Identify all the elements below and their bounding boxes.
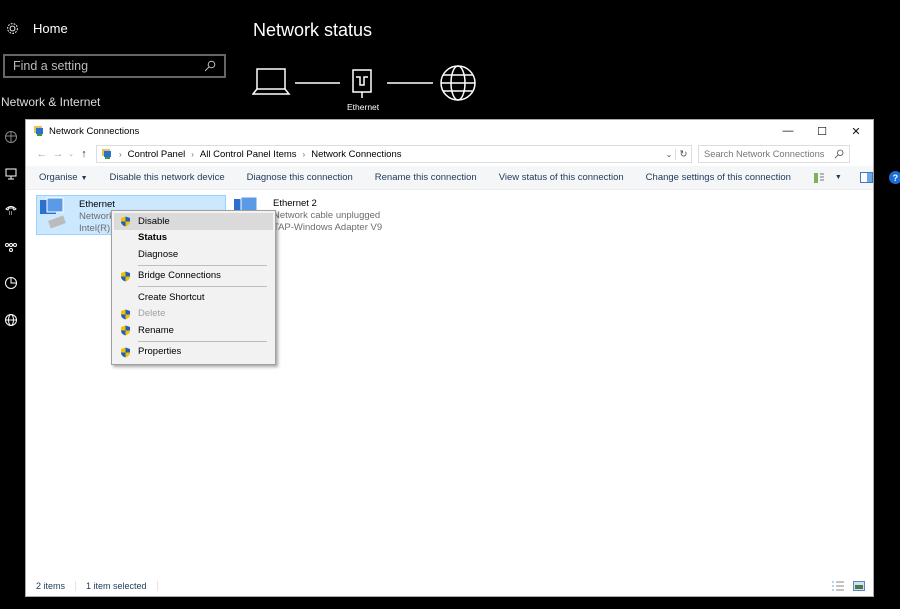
connection-name: Ethernet 2 bbox=[273, 198, 317, 209]
control-panel-icon bbox=[102, 149, 111, 159]
change-settings-button[interactable]: Change settings of this connection bbox=[646, 172, 791, 183]
view-status-button[interactable]: View status of this connection bbox=[499, 172, 624, 183]
menu-separator bbox=[138, 340, 267, 342]
uac-shield-icon bbox=[121, 309, 130, 319]
section-heading: Network & Internet bbox=[1, 95, 101, 109]
search-icon bbox=[834, 149, 844, 159]
internet-globe-icon bbox=[440, 65, 476, 101]
menu-item-delete: Delete bbox=[112, 306, 275, 323]
connection-status: Network cable unplugged bbox=[273, 210, 381, 221]
connection-status: Network bbox=[79, 211, 114, 222]
menu-item-rename[interactable]: Rename bbox=[112, 322, 275, 339]
gear-icon bbox=[7, 23, 18, 34]
ethernet-icon[interactable] bbox=[4, 167, 18, 181]
search-placeholder: Search Network Connections bbox=[704, 149, 825, 159]
menu-item-status[interactable]: Status bbox=[112, 230, 275, 247]
search-placeholder: Find a setting bbox=[13, 59, 89, 73]
view-options-caret-icon[interactable]: ▼ bbox=[835, 174, 842, 181]
page-title: Network status bbox=[253, 20, 373, 40]
connection-device: TAP-Windows Adapter V9 bbox=[273, 222, 383, 233]
preview-pane-icon[interactable] bbox=[859, 172, 873, 183]
rename-button[interactable]: Rename this connection bbox=[375, 172, 477, 183]
details-view-icon[interactable] bbox=[831, 581, 845, 591]
menu-item-label: Disable bbox=[138, 215, 170, 227]
menu-item-label: Create Shortcut bbox=[138, 291, 205, 303]
connection-name: Ethernet bbox=[79, 199, 115, 210]
breadcrumb-separator: › bbox=[302, 149, 306, 159]
search-input[interactable]: Search Network Connections bbox=[698, 145, 850, 163]
large-icons-view-icon[interactable] bbox=[853, 581, 865, 591]
window-title: Network Connections bbox=[49, 125, 140, 137]
menu-separator bbox=[138, 264, 267, 266]
close-button[interactable]: ✕ bbox=[839, 120, 873, 142]
caret-down-icon: ▼ bbox=[80, 175, 88, 182]
search-icon bbox=[204, 60, 216, 72]
breadcrumb-separator: › bbox=[119, 149, 122, 159]
uac-shield-icon bbox=[121, 325, 130, 336]
change-view-icon[interactable] bbox=[813, 172, 825, 184]
menu-item-bridge-connections[interactable]: Bridge Connections bbox=[112, 268, 275, 285]
data-usage-icon[interactable] bbox=[4, 130, 18, 144]
menu-item-properties[interactable]: Properties bbox=[112, 344, 275, 361]
vpn-icon[interactable] bbox=[4, 240, 18, 254]
breadcrumb-network-connections[interactable]: Network Connections bbox=[311, 149, 401, 160]
proxy-globe-icon[interactable] bbox=[4, 313, 18, 327]
diagnose-button[interactable]: Diagnose this connection bbox=[247, 172, 353, 183]
diagram-ethernet-label: Ethernet bbox=[347, 102, 380, 112]
connection-device: Intel(R) bbox=[79, 223, 111, 234]
organise-label: Organise bbox=[39, 172, 78, 183]
uac-shield-icon bbox=[121, 271, 130, 281]
ethernet-port-icon bbox=[352, 69, 372, 98]
menu-item-label: Status bbox=[138, 232, 168, 244]
breadcrumb-control-panel[interactable]: Control Panel bbox=[128, 149, 186, 160]
title-bar[interactable]: Network Connections — ☐ ✕ bbox=[26, 120, 873, 142]
minimize-button[interactable]: — bbox=[771, 120, 805, 142]
uac-shield-icon bbox=[121, 216, 130, 227]
up-arrow-icon[interactable]: ↑ bbox=[76, 148, 92, 160]
address-bar[interactable]: › Control Panel › All Control Panel Item… bbox=[96, 145, 692, 163]
forward-arrow-icon[interactable]: → bbox=[50, 148, 66, 160]
recent-locations-chevron-icon[interactable]: ⌄ bbox=[66, 150, 76, 158]
laptop-icon bbox=[252, 68, 291, 95]
status-bar: 2 items 1 item selected bbox=[26, 576, 873, 596]
menu-item-label: Rename bbox=[138, 324, 174, 336]
settings-search-input[interactable]: Find a setting bbox=[3, 54, 226, 78]
refresh-icon[interactable]: ↻ bbox=[675, 148, 691, 160]
back-arrow-icon[interactable]: ← bbox=[34, 148, 50, 160]
menu-item-disable[interactable]: Disable bbox=[114, 213, 273, 230]
selection-count: 1 item selected bbox=[75, 581, 158, 591]
item-count: 2 items bbox=[36, 581, 66, 591]
help-icon[interactable]: ? bbox=[888, 171, 900, 184]
disable-device-button[interactable]: Disable this network device bbox=[110, 172, 225, 183]
uac-shield-icon bbox=[121, 347, 130, 357]
breadcrumb-separator: › bbox=[191, 149, 194, 159]
menu-item-create-shortcut[interactable]: Create Shortcut bbox=[112, 289, 275, 306]
data-usage-pie-icon[interactable] bbox=[4, 276, 18, 290]
menu-item-diagnose[interactable]: Diagnose bbox=[112, 246, 275, 263]
menu-item-label: Properties bbox=[138, 346, 182, 358]
address-dropdown-icon[interactable]: ⌄ bbox=[663, 150, 675, 159]
menu-item-label: Bridge Connections bbox=[138, 270, 221, 282]
maximize-button[interactable]: ☐ bbox=[805, 120, 839, 142]
context-menu: Disable Status Diagnose Bridge Connectio… bbox=[111, 210, 276, 365]
home-label: Home bbox=[33, 21, 68, 36]
command-bar: Organise ▼ Disable this network device Di… bbox=[26, 166, 900, 190]
organise-button[interactable]: Organise ▼ bbox=[39, 172, 88, 183]
menu-item-label: Diagnose bbox=[138, 248, 179, 260]
dial-up-icon[interactable] bbox=[4, 203, 18, 217]
network-connections-icon bbox=[34, 126, 43, 136]
network-adapter-icon bbox=[40, 197, 66, 229]
menu-item-label: Delete bbox=[138, 308, 166, 320]
breadcrumb-all-items[interactable]: All Control Panel Items bbox=[200, 149, 297, 160]
address-row: ← → ⌄ ↑ › Control Panel › All Control Pa… bbox=[26, 142, 873, 166]
home-nav-item[interactable]: Home bbox=[6, 21, 68, 36]
menu-separator bbox=[138, 286, 267, 287]
